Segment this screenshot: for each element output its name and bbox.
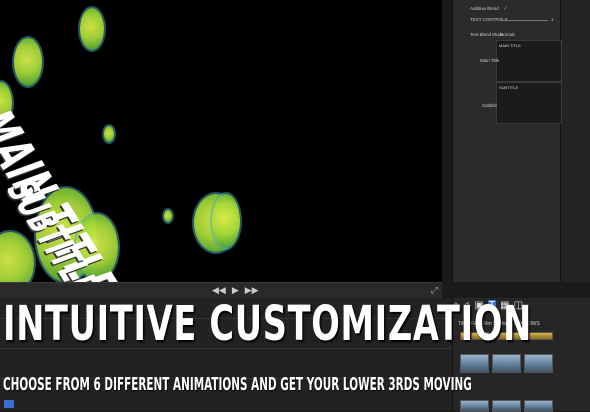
main-title-field[interactable]: MAIN TITLE [496, 40, 562, 82]
bubble [14, 38, 42, 86]
text-blend-mode-select[interactable]: Normal [500, 32, 515, 37]
bubble [80, 8, 104, 50]
title-thumbnail[interactable] [492, 354, 521, 373]
additive-blend-label: Additive Blend [470, 6, 499, 11]
bubble [212, 194, 240, 248]
slider-value: 1 [551, 17, 554, 22]
main-title-label: Main Title [480, 58, 500, 63]
subtitle-field-value: SUBTITLE [499, 85, 519, 90]
inspector-sidebar [560, 0, 590, 282]
title-thumbnail[interactable] [460, 400, 489, 412]
transport-controls: ◀◀ ▶ ▶▶ [212, 285, 259, 296]
title-thumbnail[interactable] [460, 354, 489, 373]
checkmark-icon[interactable]: ✓ [503, 6, 508, 12]
title-thumbnail[interactable] [524, 354, 553, 373]
subtitle-field[interactable]: SUBTITLE [496, 82, 562, 124]
play-button[interactable]: ▶ [232, 285, 239, 296]
title-thumbnail[interactable] [524, 400, 553, 412]
additive-blend-row[interactable]: Additive Blend ✓ [470, 5, 508, 12]
text-controls-slider[interactable] [500, 20, 548, 21]
subtitle-label: Subtitle [482, 103, 498, 108]
title-thumbnail[interactable] [492, 400, 521, 412]
bubble [164, 210, 172, 222]
previous-frame-button[interactable]: ◀◀ [212, 285, 226, 296]
promo-tagline: CHOOSE FROM 6 DIFFERENT ANIMATIONS AND G… [3, 374, 472, 395]
bubble [104, 126, 114, 142]
main-title-field-value: MAIN TITLE [499, 43, 521, 48]
viewer-canvas[interactable]: MAIN TITLE SUBTITLE [0, 0, 442, 282]
next-frame-button[interactable]: ▶▶ [245, 285, 259, 296]
corner-badge [4, 400, 14, 408]
fullscreen-icon[interactable]: ⤢ [431, 285, 438, 296]
text-blend-mode-label: Text Blend Mode [470, 32, 504, 37]
promo-headline: INTUITIVE CUSTOMIZATION [3, 296, 532, 352]
